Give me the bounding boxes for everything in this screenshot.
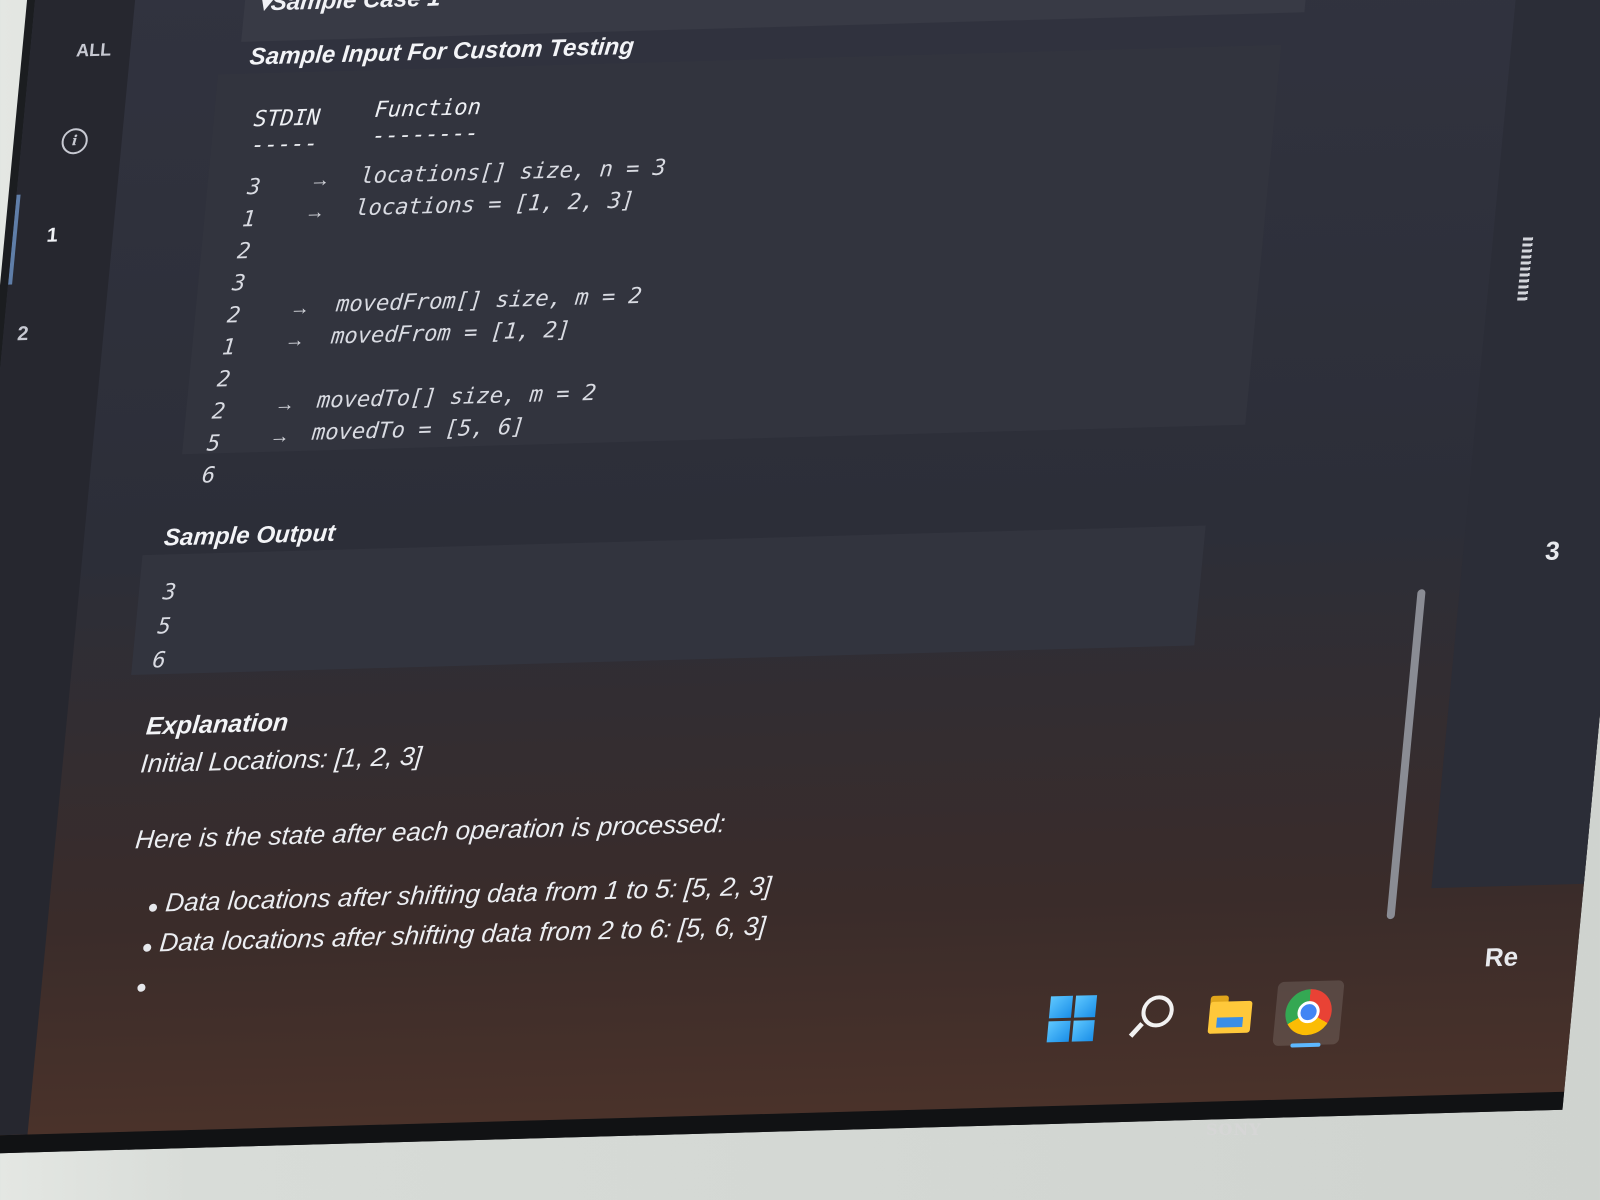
stdin-line: 2 (236, 238, 252, 265)
tab-test-case-1[interactable]: 1 (46, 224, 59, 247)
partial-button-label[interactable]: Re (1483, 941, 1519, 973)
stdin-line: 2 (210, 399, 227, 425)
stdin-line: 1 (220, 335, 237, 361)
content-scrollbar[interactable] (1386, 589, 1426, 920)
bullet-dot (142, 943, 152, 952)
bullet-dot (148, 903, 158, 912)
info-icon[interactable]: i (60, 127, 89, 155)
screen: ALL i 1 2 ▾Sample Case 1 Sample Input Fo… (0, 0, 1600, 1138)
stdin-line: 3 (246, 174, 262, 201)
stdin-line: 1 (241, 206, 257, 233)
main-content: ▾Sample Case 1 Sample Input For Custom T… (52, 0, 1360, 1086)
sample-output-title: Sample Output (162, 519, 337, 552)
active-tab-indicator (8, 194, 21, 285)
tab-test-case-2[interactable]: 2 (16, 323, 29, 346)
stdin-line: 2 (225, 303, 242, 329)
tv-frame: ALL i 1 2 ▾Sample Case 1 Sample Input Fo… (0, 0, 1600, 1156)
output-line: 3 (161, 580, 178, 606)
file-explorer-icon[interactable] (1205, 991, 1256, 1038)
explanation-title: Explanation (144, 708, 290, 741)
search-icon[interactable] (1127, 993, 1178, 1040)
stdin-header: STDIN (252, 105, 322, 133)
arrow-icon: → (309, 168, 332, 192)
arrow-icon: → (288, 297, 311, 320)
bullet-item: Data locations after shifting data from … (164, 870, 773, 918)
function-header: Function (373, 94, 483, 123)
stdin-rule: ----- (250, 131, 319, 159)
state-intro: Here is the state after each operation i… (134, 807, 727, 855)
tab-all[interactable]: ALL (75, 39, 112, 61)
arrow-icon: → (273, 393, 296, 416)
function-rule: -------- (371, 120, 480, 149)
stdin-line: 6 (200, 463, 217, 489)
stdin-line: 5 (205, 431, 222, 457)
arrow-icon: → (268, 425, 291, 448)
partial-text-digit: 3 (1543, 535, 1562, 566)
windows-taskbar (1023, 978, 1345, 1057)
windows-start-icon[interactable] (1046, 995, 1098, 1043)
tv-brand-logo: SONY (1206, 1120, 1262, 1139)
stdin-line: 3 (231, 271, 247, 297)
sample-case-header[interactable]: ▾Sample Case 1 (241, 0, 1310, 42)
bullet-dot (137, 983, 146, 992)
bullet-item: Data locations after shifting data from … (158, 910, 768, 958)
output-line: 5 (156, 614, 173, 640)
arrow-icon: → (283, 329, 306, 352)
arrow-icon: → (303, 201, 327, 224)
active-app-indicator (1290, 1042, 1321, 1048)
initial-locations: Initial Locations: [1, 2, 3] (139, 740, 424, 779)
output-line: 6 (151, 648, 167, 674)
stdin-line: 2 (215, 367, 232, 393)
right-side-panel (1431, 0, 1600, 889)
